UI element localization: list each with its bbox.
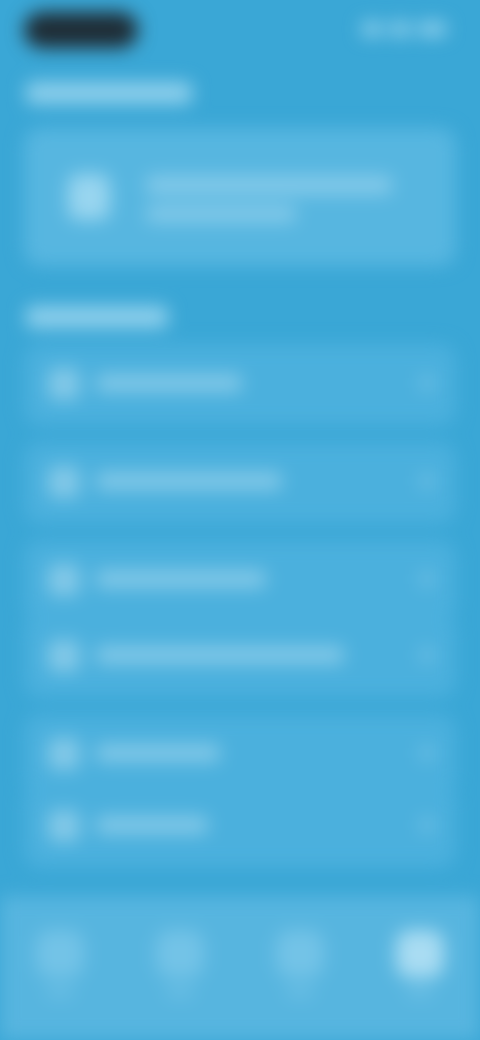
chevron-right-icon xyxy=(420,648,434,662)
list-item[interactable] xyxy=(24,616,456,698)
status-pill xyxy=(24,12,138,48)
list-item[interactable] xyxy=(24,786,456,868)
nav-label xyxy=(286,988,314,996)
list-item-icon xyxy=(48,368,80,400)
list-item[interactable] xyxy=(24,442,456,524)
list-item-label xyxy=(96,646,344,664)
status-bar xyxy=(0,0,480,64)
battery-icon xyxy=(418,22,446,36)
chevron-right-icon xyxy=(420,376,434,390)
section-heading-list xyxy=(26,306,168,328)
blurred-screen xyxy=(0,0,480,1040)
chevron-right-icon xyxy=(420,746,434,760)
list-item-label xyxy=(96,472,282,490)
section-heading-featured xyxy=(26,82,192,104)
list-item[interactable] xyxy=(24,540,456,622)
wifi-icon xyxy=(390,22,410,36)
chevron-right-icon xyxy=(420,474,434,488)
list-item-icon xyxy=(48,738,80,770)
search-icon[interactable] xyxy=(156,930,204,978)
bottom-navigation xyxy=(0,896,480,1040)
list-item-icon xyxy=(48,640,80,672)
list-item-label xyxy=(96,744,220,762)
chevron-right-icon xyxy=(420,818,434,832)
home-icon[interactable] xyxy=(36,930,84,978)
signal-icon xyxy=(362,22,382,36)
nav-label xyxy=(46,988,74,996)
list-item[interactable] xyxy=(24,714,456,796)
promo-card[interactable] xyxy=(24,128,456,266)
list-item-icon xyxy=(48,466,80,498)
status-icons xyxy=(350,22,446,38)
promo-icon xyxy=(68,174,110,220)
list-item-label xyxy=(96,816,208,834)
chevron-right-icon xyxy=(420,572,434,586)
profile-icon[interactable] xyxy=(396,930,444,978)
list-item[interactable] xyxy=(24,344,456,426)
list-item-icon xyxy=(48,564,80,596)
grid-icon[interactable] xyxy=(276,930,324,978)
promo-subtitle xyxy=(146,206,296,222)
list-item-icon xyxy=(48,810,80,842)
nav-label xyxy=(406,988,434,996)
list-item-label xyxy=(96,374,242,392)
nav-label xyxy=(166,988,194,996)
promo-title xyxy=(146,176,392,194)
list-item-label xyxy=(96,570,266,588)
